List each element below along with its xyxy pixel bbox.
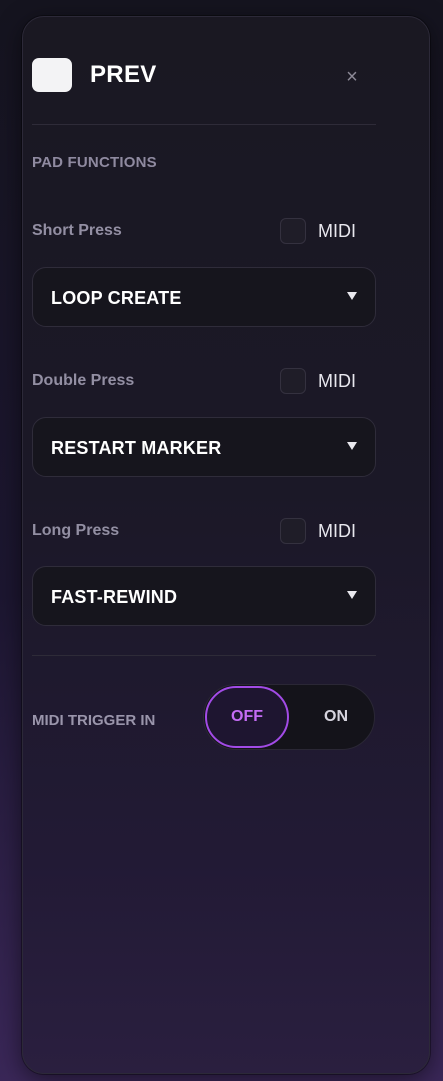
double-press-label: Double Press [32,372,135,389]
pad-color-swatch [32,58,72,92]
double-press-select[interactable]: RESTART MARKER [32,417,376,477]
panel-header: PREV × [32,40,377,92]
functions-divider [32,655,376,656]
long-press-value: FAST-REWIND [51,587,178,607]
midi-trigger-toggle: OFF ON [203,684,375,750]
long-press-select[interactable]: FAST-REWIND [32,566,376,626]
short-press-select[interactable]: LOOP CREATE [32,267,376,327]
header-divider [32,124,376,125]
double-press-midi-label: MIDI [318,371,356,391]
long-press-midi-label: MIDI [318,521,356,541]
long-press-midi-checkbox[interactable] [280,518,306,544]
double-press-value: RESTART MARKER [51,438,222,458]
short-press-midi-checkbox[interactable] [280,218,306,244]
midi-trigger-in-label: MIDI TRIGGER IN [32,712,156,729]
double-press-midi-checkbox[interactable] [280,368,306,394]
long-press-label: Long Press [32,522,120,539]
toggle-off-button[interactable]: OFF [205,686,289,748]
close-icon[interactable]: × [337,62,367,92]
section-title: PAD FUNCTIONS [32,154,157,171]
short-press-value: LOOP CREATE [51,288,182,308]
pad-settings-panel [22,16,430,1074]
caret-down-icon [347,442,357,450]
short-press-midi-label: MIDI [318,221,356,241]
caret-down-icon [347,292,357,300]
pad-title: PREV [90,61,157,88]
toggle-on-button[interactable]: ON [300,686,372,748]
short-press-label: Short Press [32,222,122,239]
caret-down-icon [347,591,357,599]
